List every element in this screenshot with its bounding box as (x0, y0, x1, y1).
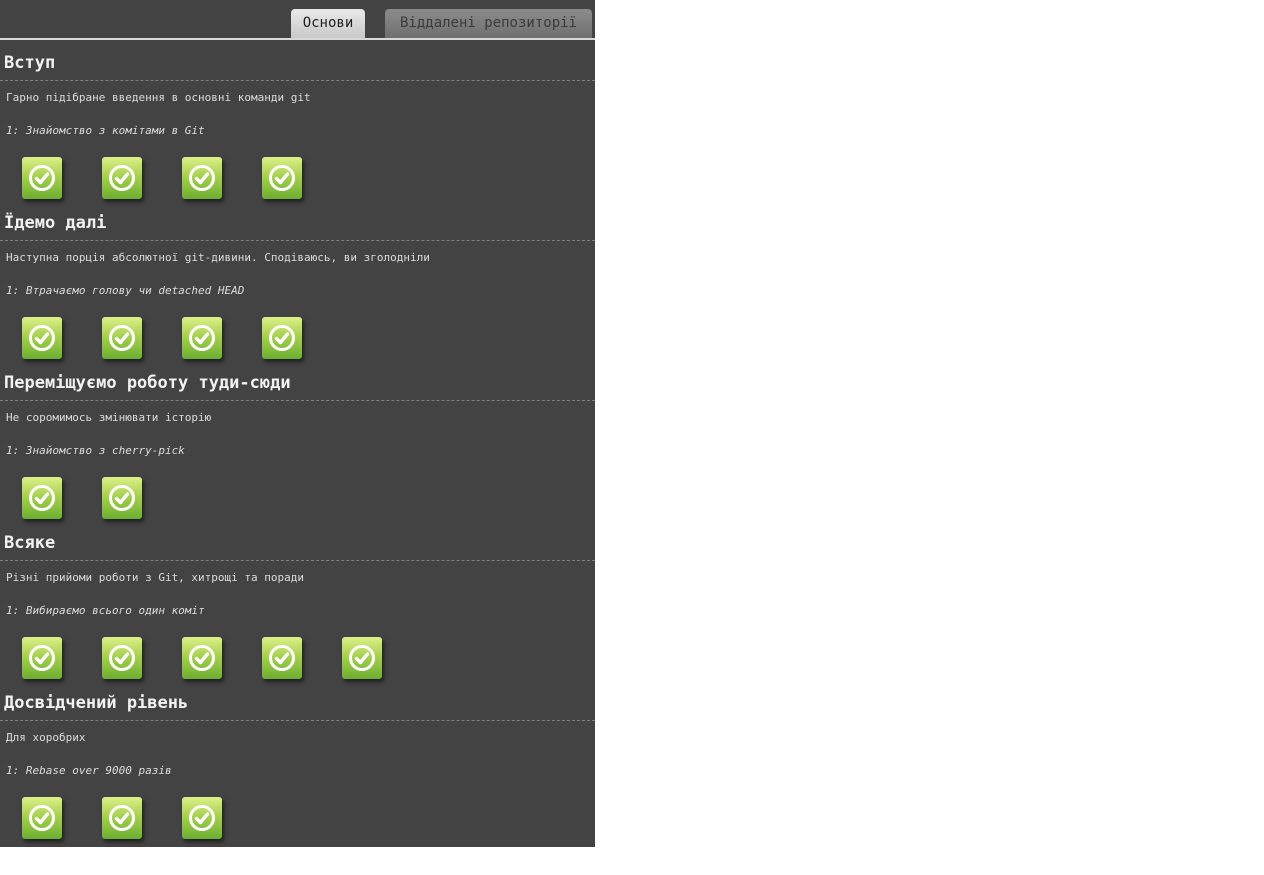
level-complete-button[interactable] (182, 797, 222, 839)
sequence: Досвідчений рівень Для хоробрих 1: Rebase … (0, 680, 595, 840)
level-complete-button[interactable] (102, 477, 142, 519)
level-complete-button[interactable] (22, 157, 62, 199)
sequence-description: Різні прийоми роботи з Git, хитрощі та п… (6, 571, 305, 584)
sequence-title: Їдемо далі (4, 213, 107, 233)
level-complete-button[interactable] (182, 317, 222, 359)
tab-remote-repositories[interactable]: Віддалені репозиторії (385, 9, 592, 38)
sequence-divider (0, 400, 595, 401)
level-icon-row (22, 317, 582, 359)
sequence-divider (0, 560, 595, 561)
current-level-name: 1: Знайомство з cherry-pick (6, 444, 185, 457)
sequence-description: Для хоробрих (6, 731, 86, 744)
level-complete-button[interactable] (262, 317, 302, 359)
level-complete-button[interactable] (102, 157, 142, 199)
level-complete-button[interactable] (22, 477, 62, 519)
current-level-name: 1: Rebase over 9000 разів (6, 764, 172, 777)
level-complete-button[interactable] (22, 797, 62, 839)
current-level-name: 1: Вибираємо всього один коміт (6, 604, 205, 617)
sequence-description: Наступна порція абсолютної git-дивини. С… (6, 251, 430, 264)
level-complete-button[interactable] (182, 637, 222, 679)
sequence-divider (0, 240, 595, 241)
tab-basics[interactable]: Основи (291, 9, 365, 38)
sequence-title: Переміщуємо роботу туди-сюди (4, 373, 291, 393)
level-dropdown-panel: Основи Віддалені репозиторії Вступ Гарно … (0, 0, 595, 847)
level-complete-button[interactable] (22, 637, 62, 679)
level-complete-button[interactable] (102, 317, 142, 359)
level-complete-button[interactable] (102, 797, 142, 839)
level-icon-row (22, 477, 582, 519)
current-level-name: 1: Знайомство з комітами в Git (6, 124, 205, 137)
sequence: Їдемо далі Наступна порція абсолютної git… (0, 200, 595, 360)
current-level-name: 1: Втрачаємо голову чи detached HEAD (6, 284, 245, 297)
sequence-divider (0, 720, 595, 721)
sequence-description: Не соромимось змінювати історію (6, 411, 212, 424)
sequence-title: Вступ (4, 53, 56, 73)
level-complete-button[interactable] (22, 317, 62, 359)
level-complete-button[interactable] (182, 157, 222, 199)
level-icon-row (22, 157, 582, 199)
sequence-title: Досвідчений рівень (4, 693, 189, 713)
sequence: Переміщуємо роботу туди-сюди Не соромимос… (0, 360, 595, 520)
sequence-title: Всяке (4, 533, 56, 553)
level-complete-button[interactable] (342, 637, 382, 679)
level-icon-row (22, 797, 582, 839)
sequence-divider (0, 80, 595, 81)
level-icon-row (22, 637, 582, 679)
sequence: Всяке Різні прийоми роботи з Git, хитрощі… (0, 520, 595, 680)
level-complete-button[interactable] (262, 157, 302, 199)
level-complete-button[interactable] (262, 637, 302, 679)
sequence: Вступ Гарно підібране введення в основні … (0, 40, 595, 200)
sequence-description: Гарно підібране введення в основні коман… (6, 91, 311, 104)
level-complete-button[interactable] (102, 637, 142, 679)
tab-bar: Основи Віддалені репозиторії (0, 0, 595, 40)
